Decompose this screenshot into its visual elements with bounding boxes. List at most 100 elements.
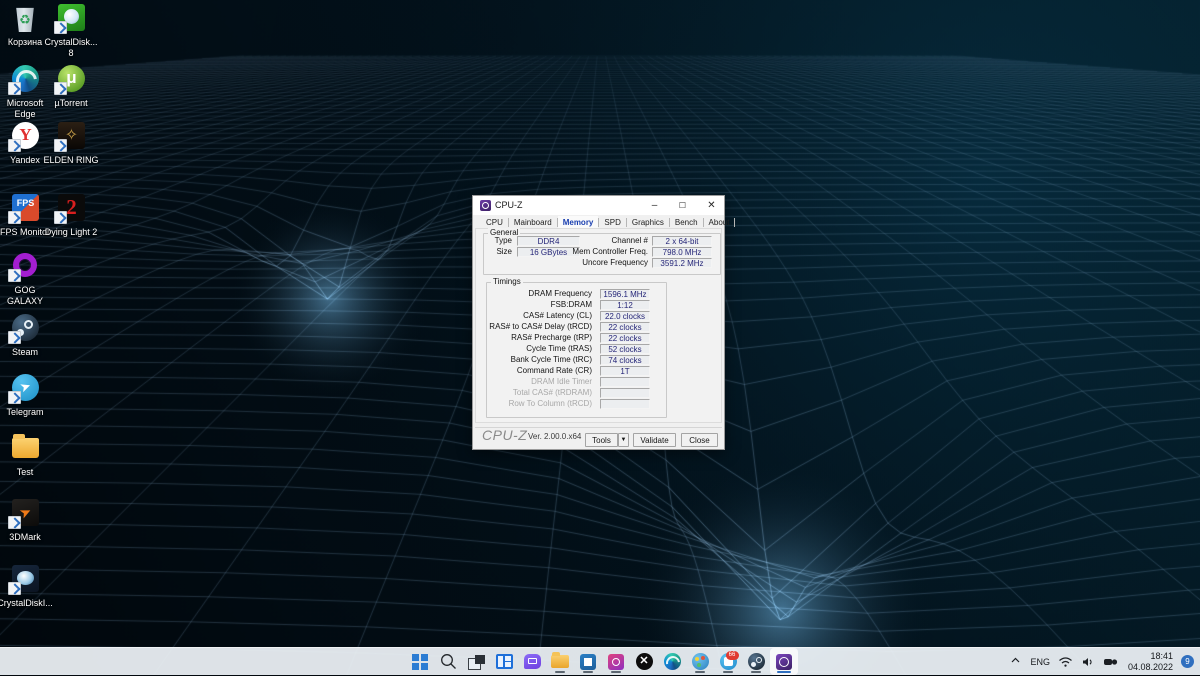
- window-titlebar[interactable]: CPU-Z – ☐ ✕: [473, 196, 724, 215]
- shortcut-arrow-icon: [54, 139, 67, 152]
- chevron-up-icon: [1009, 654, 1022, 669]
- notification-badge[interactable]: 9: [1181, 655, 1194, 668]
- microsoft-edge-icon: [662, 653, 683, 673]
- maximize-button[interactable]: ☐: [669, 196, 696, 215]
- elden-ring-icon: [54, 120, 87, 152]
- clock-date: 04.08.2022: [1127, 661, 1173, 672]
- cpuz-logo: CPU-Z: [482, 427, 528, 443]
- chat-icon: [523, 654, 541, 669]
- trcd-value: 22 clocks: [600, 322, 650, 332]
- microsoft-edge-icon: [8, 63, 41, 95]
- taskbar-item-xbox[interactable]: ✕: [630, 648, 658, 675]
- steam-icon: [747, 653, 765, 670]
- shortcut-arrow-icon: [8, 391, 21, 404]
- tools-button[interactable]: Tools: [585, 433, 618, 447]
- row-to-column-label: Row To Column (tRCD): [508, 399, 592, 408]
- fps-monitor-icon: [8, 192, 41, 224]
- desktop-icon-label: µTorrent: [54, 98, 88, 108]
- timings-group-label: Timings: [491, 277, 523, 286]
- desktop-icon-label: CrystalDiskI...: [0, 598, 53, 608]
- trp-label: RAS# Precharge (tRP): [511, 333, 592, 342]
- clock[interactable]: 18:41 04.08.2022: [1128, 651, 1173, 673]
- size-label: Size: [496, 247, 512, 256]
- volume-icon[interactable]: [1081, 655, 1095, 669]
- mem-controller-freq-label: Mem Controller Freq.: [572, 247, 648, 256]
- pinned-app-icon: [608, 653, 624, 670]
- webcam-icon[interactable]: [1103, 655, 1118, 669]
- yandex-browser-icon: [8, 120, 41, 152]
- taskbar-item-task-view[interactable]: [462, 648, 490, 675]
- paint-icon: [691, 653, 709, 670]
- uncore-frequency-value: 3591.2 MHz: [652, 258, 712, 268]
- widgets-icon: [495, 654, 513, 669]
- desktop-icon-steam[interactable]: Steam: [0, 312, 54, 358]
- task-view-icon: [467, 654, 485, 670]
- desktop-icon-telegram[interactable]: Telegram: [0, 372, 54, 418]
- language-indicator[interactable]: ENG: [1030, 657, 1050, 667]
- desktop-icon-elden-ring[interactable]: ELDEN RING: [42, 120, 100, 166]
- xbox-icon: ✕: [635, 653, 653, 670]
- cas-latency-label: CAS# Latency (CL): [523, 311, 592, 320]
- trcd-label: RAS# to CAS# Delay (tRCD): [489, 322, 592, 331]
- tray-overflow-button[interactable]: [1009, 654, 1022, 669]
- microsoft-store-icon: [580, 653, 596, 670]
- taskbar-item-messenger[interactable]: 66: [714, 648, 742, 675]
- cpuz-icon: [776, 653, 792, 670]
- search-icon: [439, 652, 458, 671]
- desktop-icon-crystaldiskinfo[interactable]: CrystalDiskI...: [0, 563, 54, 609]
- shortcut-arrow-icon: [8, 211, 21, 224]
- cpuz-window: CPU-Z – ☐ ✕ CPU Mainboard Memory SPD Gra…: [472, 195, 736, 450]
- trp-value: 22 clocks: [600, 333, 650, 343]
- desktop-icon-gog-galaxy[interactable]: GOG GALAXY: [0, 250, 54, 307]
- channel-value: 2 x 64-bit: [652, 236, 712, 246]
- dram-idle-timer-value: [600, 377, 650, 387]
- desktop-icon-dying-light-2[interactable]: Dying Light 2: [42, 192, 100, 238]
- taskbar: ✕ 66 ENG 18:41 04.08.2022 9: [0, 647, 1200, 675]
- desktop-icon-utorrent[interactable]: µTorrent: [42, 63, 100, 109]
- steam-icon: [8, 312, 41, 344]
- 3dmark-icon: [8, 497, 41, 529]
- close-footer-button[interactable]: Close: [681, 433, 718, 447]
- running-indicator: [777, 671, 791, 673]
- fsb-dram-label: FSB:DRAM: [550, 300, 592, 309]
- desktop-icon-test-folder[interactable]: Test: [0, 432, 54, 478]
- shortcut-arrow-icon: [8, 331, 21, 344]
- taskbar-item-search[interactable]: [434, 648, 462, 675]
- wifi-icon[interactable]: [1058, 655, 1073, 669]
- taskbar-item-steam[interactable]: [742, 648, 770, 675]
- cpuz-app-icon: [480, 200, 491, 211]
- taskbar-item-file-explorer[interactable]: [546, 648, 574, 675]
- desktop-icon-label: Steam: [11, 347, 38, 357]
- dram-idle-timer-label: DRAM Idle Timer: [531, 377, 592, 386]
- cas-latency-value: 22.0 clocks: [600, 311, 650, 321]
- shortcut-arrow-icon: [54, 21, 67, 34]
- crystaldiskinfo-icon: [8, 563, 41, 595]
- file-explorer-icon: [551, 652, 569, 668]
- shortcut-arrow-icon: [8, 82, 21, 95]
- utorrent-icon: [54, 63, 87, 95]
- desktop-icon-3dmark[interactable]: 3DMark: [0, 497, 54, 543]
- taskbar-item-microsoft-store[interactable]: [574, 648, 602, 675]
- desktop-icon-label: 3DMark: [9, 532, 41, 542]
- desktop-icon-crystaldiskinfo8[interactable]: CrystalDisk... 8: [42, 2, 100, 59]
- taskbar-item-chat[interactable]: [518, 648, 546, 675]
- memory-tab-page: General Type DDR4 Size 16 GBytes Channel…: [475, 228, 722, 423]
- taskbar-item-cpuz[interactable]: [770, 648, 798, 675]
- tab-separator: [734, 218, 736, 227]
- clock-time: 18:41: [1150, 650, 1173, 661]
- telegram-icon: [8, 372, 41, 404]
- desktop-icon-label: GOG GALAXY: [6, 285, 44, 306]
- tools-dropdown-arrow-icon[interactable]: ▼: [618, 433, 629, 447]
- taskbar-item-pinned-app[interactable]: [602, 648, 630, 675]
- taskbar-item-start[interactable]: [406, 648, 434, 675]
- messenger-icon: 66: [719, 651, 739, 670]
- close-button[interactable]: ✕: [698, 196, 725, 215]
- taskbar-item-paint[interactable]: [686, 648, 714, 675]
- validate-button[interactable]: Validate: [633, 433, 676, 447]
- taskbar-pinned-items: ✕ 66: [406, 648, 798, 675]
- taskbar-item-microsoft-edge[interactable]: [658, 648, 686, 675]
- taskbar-item-widgets[interactable]: [490, 648, 518, 675]
- running-indicator: [723, 671, 733, 673]
- minimize-button[interactable]: –: [641, 196, 668, 215]
- window-title: CPU-Z: [495, 200, 523, 210]
